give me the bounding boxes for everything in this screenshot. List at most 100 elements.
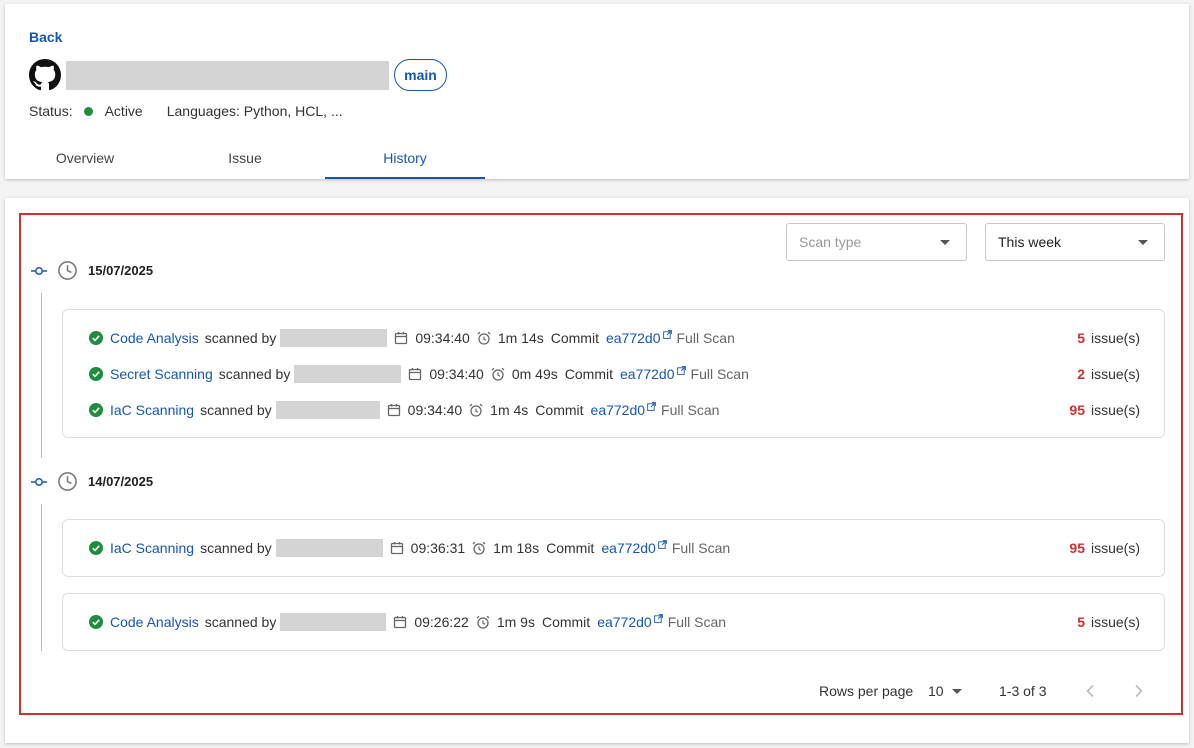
pagination-range: 1-3 of 3 bbox=[999, 683, 1047, 699]
scan-group: Code Analysis scanned by 09:26:22 1m 9s … bbox=[62, 593, 1165, 651]
scan-name-link[interactable]: IaC Scanning bbox=[110, 540, 194, 556]
commit-link[interactable]: ea772d0 bbox=[597, 614, 652, 630]
period-select[interactable]: This week bbox=[985, 223, 1165, 261]
scan-row: Code Analysis scanned by 09:34:40 1m 14s… bbox=[89, 328, 1140, 348]
scanned-by-label: scanned by bbox=[204, 614, 277, 630]
branch-badge[interactable]: main bbox=[394, 59, 447, 91]
issue-count-label: issue(s) bbox=[1090, 330, 1140, 346]
issue-count-label: issue(s) bbox=[1090, 540, 1140, 556]
commit-link[interactable]: ea772d0 bbox=[601, 540, 656, 556]
alarm-clock-icon bbox=[477, 331, 491, 345]
alarm-clock-icon bbox=[469, 403, 483, 417]
clock-icon bbox=[58, 472, 77, 491]
scan-name-link[interactable]: IaC Scanning bbox=[110, 402, 194, 418]
alarm-clock-icon bbox=[476, 615, 490, 629]
scan-duration: 1m 4s bbox=[490, 402, 529, 418]
commit-label: Commit bbox=[541, 614, 591, 630]
scan-name-link[interactable]: Secret Scanning bbox=[110, 366, 213, 382]
scan-row: IaC Scanning scanned by 09:36:31 1m 18s … bbox=[89, 538, 1140, 558]
status-row: Status: Active Languages: Python, HCL, .… bbox=[29, 103, 343, 119]
scan-duration: 1m 18s bbox=[493, 540, 540, 556]
alarm-clock-icon bbox=[472, 541, 486, 555]
timeline-date: 15/07/2025 bbox=[88, 263, 154, 278]
scan-time: 09:34:40 bbox=[429, 366, 484, 382]
commit-link[interactable]: ea772d0 bbox=[620, 366, 675, 382]
commit-link[interactable]: ea772d0 bbox=[591, 402, 646, 418]
chevron-down-icon bbox=[1138, 240, 1148, 245]
external-link-icon[interactable] bbox=[676, 366, 686, 375]
chevron-down-icon bbox=[951, 688, 962, 694]
tab-overview[interactable]: Overview bbox=[5, 136, 165, 179]
commit-label: Commit bbox=[546, 540, 595, 556]
commit-icon bbox=[31, 266, 47, 275]
check-circle-icon bbox=[89, 615, 103, 629]
timeline-date: 14/07/2025 bbox=[88, 474, 154, 489]
status-value: Active bbox=[104, 103, 143, 119]
external-link-icon[interactable] bbox=[658, 540, 667, 549]
scan-group: Code Analysis scanned by 09:34:40 1m 14s… bbox=[62, 309, 1165, 438]
user-redacted bbox=[280, 613, 387, 631]
check-circle-icon bbox=[89, 541, 103, 555]
status-label: Status: bbox=[29, 103, 73, 119]
issue-count: 5 issue(s) bbox=[1077, 330, 1140, 346]
timeline-date-header: 15/07/2025 bbox=[31, 260, 153, 281]
scan-time: 09:36:31 bbox=[410, 540, 466, 556]
user-redacted bbox=[294, 365, 402, 383]
issue-count: 95 issue(s) bbox=[1069, 540, 1140, 556]
user-redacted bbox=[275, 401, 380, 419]
period-value: This week bbox=[998, 234, 1062, 250]
timeline-line bbox=[41, 293, 42, 458]
user-redacted bbox=[280, 329, 388, 347]
scan-type-select[interactable]: Scan type bbox=[786, 223, 967, 261]
calendar-icon bbox=[394, 616, 407, 629]
github-icon bbox=[29, 59, 61, 91]
scan-type-placeholder: Scan type bbox=[799, 234, 862, 250]
scanned-by-label: scanned by bbox=[204, 330, 277, 346]
scan-time: 09:34:40 bbox=[407, 402, 463, 418]
calendar-icon bbox=[387, 404, 400, 417]
issue-count-number: 2 bbox=[1077, 366, 1085, 382]
scan-group: IaC Scanning scanned by 09:36:31 1m 18s … bbox=[62, 519, 1165, 577]
rows-per-page-select[interactable]: 10 bbox=[928, 683, 962, 699]
check-circle-icon bbox=[89, 367, 103, 381]
calendar-icon bbox=[390, 542, 403, 555]
scanned-by-label: scanned by bbox=[200, 402, 272, 418]
alarm-clock-icon bbox=[491, 367, 505, 381]
repo-header-card: Back main Status: Active Languages: Pyth… bbox=[5, 4, 1189, 179]
scan-kind: Full Scan bbox=[661, 402, 720, 418]
calendar-icon bbox=[395, 332, 408, 345]
tab-history[interactable]: History bbox=[325, 136, 485, 179]
commit-icon bbox=[31, 477, 47, 486]
issue-count: 5 issue(s) bbox=[1077, 614, 1140, 630]
scan-name-link[interactable]: Code Analysis bbox=[110, 330, 199, 346]
next-page-icon[interactable] bbox=[1130, 683, 1146, 699]
scan-time: 09:26:22 bbox=[414, 614, 469, 630]
rows-per-page-value: 10 bbox=[928, 683, 944, 699]
timeline-date-header: 14/07/2025 bbox=[31, 471, 153, 492]
tab-issue[interactable]: Issue bbox=[165, 136, 325, 179]
status-dot-icon bbox=[83, 106, 93, 116]
external-link-icon[interactable] bbox=[653, 614, 663, 623]
tab-bar: Overview Issue History bbox=[5, 136, 485, 179]
languages-text: Languages: Python, HCL, ... bbox=[166, 103, 343, 119]
issue-count-label: issue(s) bbox=[1090, 402, 1140, 418]
scan-name-link[interactable]: Code Analysis bbox=[110, 614, 199, 630]
user-redacted bbox=[275, 539, 383, 557]
back-link[interactable]: Back bbox=[29, 29, 62, 45]
scan-duration: 1m 9s bbox=[496, 614, 535, 630]
commit-link[interactable]: ea772d0 bbox=[606, 330, 661, 346]
clock-icon bbox=[58, 261, 77, 280]
commit-label: Commit bbox=[564, 366, 613, 382]
external-link-icon[interactable] bbox=[647, 402, 656, 411]
previous-page-icon[interactable] bbox=[1083, 683, 1099, 699]
scan-duration: 0m 49s bbox=[511, 366, 558, 382]
issue-count-label: issue(s) bbox=[1090, 614, 1140, 630]
commit-label: Commit bbox=[550, 330, 599, 346]
calendar-icon bbox=[409, 368, 422, 381]
check-circle-icon bbox=[89, 403, 103, 417]
check-circle-icon bbox=[89, 331, 103, 345]
scan-row: Code Analysis scanned by 09:26:22 1m 9s … bbox=[89, 612, 1140, 632]
issue-count: 95 issue(s) bbox=[1069, 402, 1140, 418]
scan-kind: Full Scan bbox=[667, 614, 727, 630]
external-link-icon[interactable] bbox=[662, 330, 672, 339]
